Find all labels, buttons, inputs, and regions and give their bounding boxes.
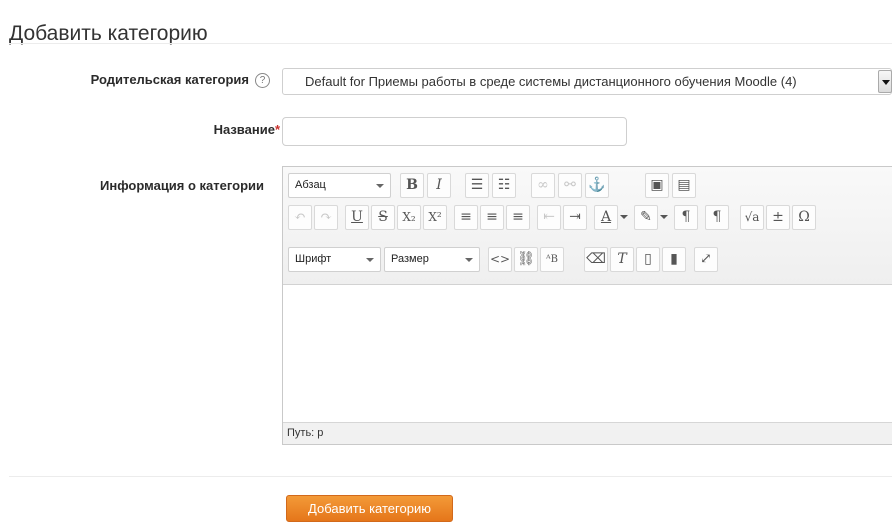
- unlink-icon[interactable]: ⚯: [558, 173, 582, 198]
- background-color-icon[interactable]: ✎: [634, 205, 658, 230]
- font-family-select[interactable]: Шрифт: [288, 247, 381, 272]
- footer-divider: [9, 476, 892, 477]
- paste-word-icon[interactable]: ▮: [662, 247, 686, 272]
- header-divider: [9, 43, 892, 44]
- help-icon[interactable]: ?: [255, 73, 270, 89]
- underline-icon[interactable]: U: [345, 205, 369, 230]
- character-map-icon[interactable]: ±: [766, 205, 790, 230]
- add-category-button[interactable]: Добавить категорию: [286, 495, 453, 522]
- required-marker: *: [274, 122, 280, 137]
- media-icon[interactable]: ▤: [672, 173, 696, 198]
- replace-icon[interactable]: ᴬB: [540, 247, 564, 272]
- superscript-icon[interactable]: X²: [423, 205, 447, 230]
- paste-text-icon[interactable]: ▯: [636, 247, 660, 272]
- name-label: Название: [213, 122, 275, 137]
- undo-icon[interactable]: ↶: [288, 205, 312, 230]
- italic-icon[interactable]: I: [427, 173, 451, 198]
- subscript-icon[interactable]: X₂: [397, 205, 421, 230]
- background-color-dropdown[interactable]: [659, 205, 669, 230]
- align-left-icon[interactable]: ≡: [454, 205, 478, 230]
- name-input[interactable]: [282, 117, 627, 146]
- align-center-icon[interactable]: ≡: [480, 205, 504, 230]
- parent-category-select[interactable]: Default for Приемы работы в среде систем…: [282, 68, 892, 95]
- parent-category-label-row: Родительская категория?: [60, 72, 270, 89]
- clear-formatting-icon[interactable]: ⌫: [584, 247, 608, 272]
- rich-text-editor: Абзац B I ☰ ☷ ∞ ⚯ ⚓ ▣ ▤ ↶ ↷ U S X₂ X² ≡ …: [282, 166, 892, 445]
- strikethrough-icon[interactable]: S: [371, 205, 395, 230]
- special-chars-icon[interactable]: Ω: [792, 205, 816, 230]
- info-label: Информация о категории: [100, 178, 264, 193]
- redo-icon[interactable]: ↷: [314, 205, 338, 230]
- equation-icon[interactable]: √a: [740, 205, 764, 230]
- bullet-list-icon[interactable]: ☰: [465, 173, 489, 198]
- parent-category-label: Родительская категория: [90, 72, 249, 87]
- numbered-list-icon[interactable]: ☷: [492, 173, 516, 198]
- chevron-down-icon[interactable]: [878, 70, 892, 93]
- editor-content-area[interactable]: [283, 285, 892, 423]
- anchor-icon[interactable]: ⚓: [585, 173, 609, 198]
- bold-icon[interactable]: B: [400, 173, 424, 198]
- fullscreen-icon[interactable]: ⤢: [694, 247, 718, 272]
- rtl-icon[interactable]: ¶: [705, 205, 729, 230]
- remove-format-icon[interactable]: T: [610, 247, 634, 272]
- find-icon[interactable]: ⛓: [514, 247, 538, 272]
- paragraph-format-select[interactable]: Абзац: [288, 173, 391, 198]
- text-color-dropdown[interactable]: [619, 205, 629, 230]
- name-label-row: Название*: [120, 122, 280, 137]
- image-icon[interactable]: ▣: [645, 173, 669, 198]
- html-icon[interactable]: <>: [488, 247, 512, 272]
- editor-status-bar: Путь: p: [283, 422, 892, 444]
- ltr-icon[interactable]: ¶: [674, 205, 698, 230]
- align-right-icon[interactable]: ≡: [506, 205, 530, 230]
- editor-toolbar: Абзац B I ☰ ☷ ∞ ⚯ ⚓ ▣ ▤ ↶ ↷ U S X₂ X² ≡ …: [283, 167, 892, 285]
- outdent-icon[interactable]: ⇤: [537, 205, 561, 230]
- font-size-select[interactable]: Размер: [384, 247, 480, 272]
- text-color-icon[interactable]: A: [594, 205, 618, 230]
- link-icon[interactable]: ∞: [531, 173, 555, 198]
- indent-icon[interactable]: ⇥: [563, 205, 587, 230]
